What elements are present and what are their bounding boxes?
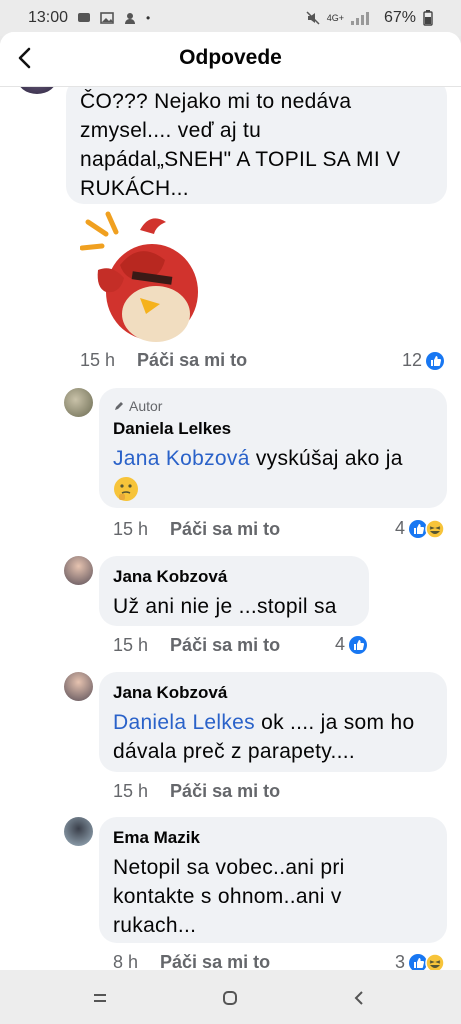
commenter-name[interactable]: Jana Kobzová xyxy=(113,566,355,588)
like-reaction-icon xyxy=(426,351,445,370)
commenter-name[interactable]: Ema Mazik xyxy=(113,827,433,849)
mention-link[interactable]: Jana Kobzová xyxy=(113,447,250,470)
comment-text: Daniela Lelkes ok .... ja som ho dávala … xyxy=(113,711,415,763)
header: Odpovede xyxy=(0,32,461,87)
comment-meta: 15 h Páči sa mi to xyxy=(113,519,280,540)
haha-reaction-icon xyxy=(425,518,445,539)
comment-time[interactable]: 8 h xyxy=(113,952,138,970)
status-time: 13:00 xyxy=(28,9,69,26)
reaction-count[interactable]: 4 xyxy=(335,634,368,655)
haha-reaction-icon xyxy=(425,952,445,970)
signal-icon xyxy=(350,12,369,25)
notification-icon xyxy=(125,13,136,24)
commenter-name[interactable]: Daniela Lelkes xyxy=(113,418,433,440)
like-button[interactable]: Páči sa mi to xyxy=(170,519,280,540)
like-button[interactable]: Páči sa mi to xyxy=(137,350,247,371)
comment-bubble: Autor Daniela Lelkes Jana Kobzová vyskúš… xyxy=(99,388,447,508)
battery-percent: 67% xyxy=(383,9,416,26)
replies-sheet[interactable]: Odpovede ČO??? Nejako mi to nedáva zmyse… xyxy=(0,32,461,970)
comment-meta: 8 h Páči sa mi to xyxy=(113,952,270,970)
comment-time[interactable]: 15 h xyxy=(113,781,148,802)
comment-time[interactable]: 15 h xyxy=(113,635,148,656)
like-button[interactable]: Páči sa mi to xyxy=(170,635,280,656)
network-type: 4G+ xyxy=(326,13,344,23)
like-button[interactable]: Páči sa mi to xyxy=(170,781,280,802)
messages-icon xyxy=(78,13,91,22)
avatar[interactable] xyxy=(64,388,93,417)
home-icon[interactable] xyxy=(218,986,242,1010)
comment-meta: 15 h Páči sa mi to xyxy=(80,350,247,371)
system-nav-bar xyxy=(0,970,461,1024)
comment-time[interactable]: 15 h xyxy=(113,519,148,540)
like-reaction-icon xyxy=(349,635,368,654)
reaction-count[interactable]: 3 xyxy=(395,952,445,970)
back-icon[interactable] xyxy=(348,986,372,1010)
status-bar: 13:00 • 4G+ 67% xyxy=(0,0,461,36)
reaction-count[interactable]: 12 xyxy=(402,350,445,371)
author-badge: Autor xyxy=(113,398,433,414)
comment-meta: 15 h Páči sa mi to xyxy=(113,635,280,656)
comment-bubble: Jana Kobzová Daniela Lelkes ok .... ja s… xyxy=(99,672,447,772)
mention-link[interactable]: Daniela Lelkes xyxy=(113,711,255,734)
comment-time[interactable]: 15 h xyxy=(80,350,115,371)
comment-text: Už ani nie je ...stopil sa xyxy=(113,595,337,618)
pencil-icon xyxy=(115,402,123,410)
comment-bubble: ČO??? Nejako mi to nedáva zmysel.... veď… xyxy=(66,78,447,204)
avatar[interactable] xyxy=(64,817,93,846)
avatar[interactable] xyxy=(64,556,93,585)
comment-text: Netopil sa vobec..ani pri kontakte s ohn… xyxy=(113,856,345,937)
comment-text: Jana Kobzová vyskúšaj ako ja xyxy=(113,447,403,470)
commenter-name[interactable]: Jana Kobzová xyxy=(113,682,433,704)
gallery-icon xyxy=(100,12,114,24)
dot-icon: • xyxy=(146,11,151,25)
reaction-count[interactable]: 4 xyxy=(395,518,445,539)
angry-bird-sticker[interactable] xyxy=(80,210,205,345)
thinking-emoji-icon xyxy=(114,477,138,501)
like-button[interactable]: Páči sa mi to xyxy=(160,952,270,970)
avatar[interactable] xyxy=(64,672,93,701)
comment-bubble: Jana Kobzová Už ani nie je ...stopil sa xyxy=(99,556,369,626)
comment-meta: 15 h Páči sa mi to xyxy=(113,781,280,802)
comment-text: ČO??? Nejako mi to nedáva zmysel.... veď… xyxy=(80,90,401,200)
comment-bubble: Ema Mazik Netopil sa vobec..ani pri kont… xyxy=(99,817,447,943)
battery-icon xyxy=(423,10,433,26)
mute-icon xyxy=(306,11,320,25)
recent-apps-icon[interactable] xyxy=(88,986,112,1010)
page-title: Odpovede xyxy=(179,46,282,69)
